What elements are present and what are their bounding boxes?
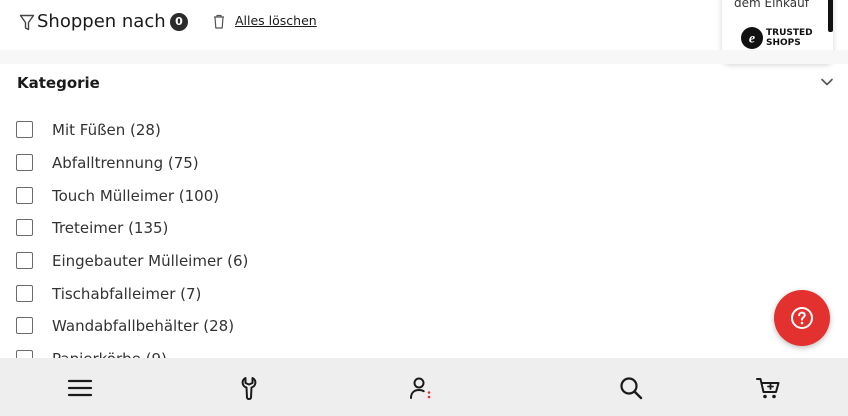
category-item-wandabfallbehaelter[interactable]: Wandabfallbehälter (28) — [0, 310, 760, 342]
checkbox[interactable] — [16, 350, 33, 358]
category-item-label: Wandabfallbehälter (28) — [52, 317, 235, 335]
checkbox[interactable] — [16, 121, 33, 138]
category-item-label: Eingebauter Mülleimer (6) — [52, 252, 249, 270]
category-item-label: Tischabfalleimer (7) — [52, 285, 202, 303]
category-item-label: Mit Füßen (28) — [52, 121, 161, 139]
category-item-label: Touch Mülleimer (100) — [52, 187, 220, 205]
account-icon[interactable] — [408, 375, 434, 401]
category-title: Kategorie — [17, 74, 100, 92]
chevron-down-icon[interactable] — [820, 77, 834, 87]
category-item-label: Papierkörbe (9) — [52, 349, 167, 358]
trust-logo-mark: e — [749, 32, 755, 47]
search-icon[interactable] — [618, 375, 644, 401]
category-item-mit-fuessen[interactable]: Mit Füßen (28) — [0, 114, 760, 146]
checkbox[interactable] — [16, 187, 33, 204]
checkbox[interactable] — [16, 317, 33, 334]
shop-by-title: Shoppen nach — [37, 11, 166, 32]
category-item-eingebauter-muelleimer[interactable]: Eingebauter Mülleimer (6) — [0, 245, 760, 277]
help-button[interactable] — [774, 290, 830, 346]
category-list: Mit Füßen (28) Abfalltrennung (75) Touch… — [0, 114, 760, 358]
page: Shoppen nach 0 Alles löschen dem Einkauf… — [0, 0, 848, 416]
active-filter-count-badge: 0 — [170, 13, 188, 31]
trust-logo-label: TRUSTED SHOPS — [766, 28, 813, 48]
wrench-icon[interactable] — [237, 375, 263, 401]
trusted-shops-logo-icon: e — [741, 27, 763, 49]
cart-icon[interactable] — [755, 375, 781, 401]
section-divider — [0, 50, 848, 64]
category-item-label: Treteimer (135) — [52, 219, 169, 237]
checkbox[interactable] — [16, 285, 33, 302]
trust-badge-scrollbar — [828, 0, 833, 32]
category-item-abfalltrennung[interactable]: Abfalltrennung (75) — [0, 147, 760, 179]
checkbox[interactable] — [16, 219, 33, 236]
menu-icon[interactable] — [67, 375, 93, 401]
category-item-papierkoerbe[interactable]: Papierkörbe (9) — [0, 343, 760, 358]
question-mark-icon — [791, 307, 813, 329]
trash-icon — [214, 14, 224, 29]
category-item-label: Abfalltrennung (75) — [52, 154, 199, 172]
checkbox[interactable] — [16, 154, 33, 171]
filter-icon — [19, 14, 35, 31]
clear-all-link[interactable]: Alles löschen — [235, 12, 317, 29]
filter-header: Shoppen nach 0 Alles löschen — [0, 0, 848, 50]
checkbox[interactable] — [16, 252, 33, 269]
category-item-touch-muelleimer[interactable]: Touch Mülleimer (100) — [0, 180, 760, 212]
bottom-nav — [0, 358, 848, 416]
category-item-tischabfalleimer[interactable]: Tischabfalleimer (7) — [0, 278, 760, 310]
category-item-treteimer[interactable]: Treteimer (135) — [0, 212, 760, 244]
trust-badge-text: dem Einkauf — [734, 0, 809, 10]
